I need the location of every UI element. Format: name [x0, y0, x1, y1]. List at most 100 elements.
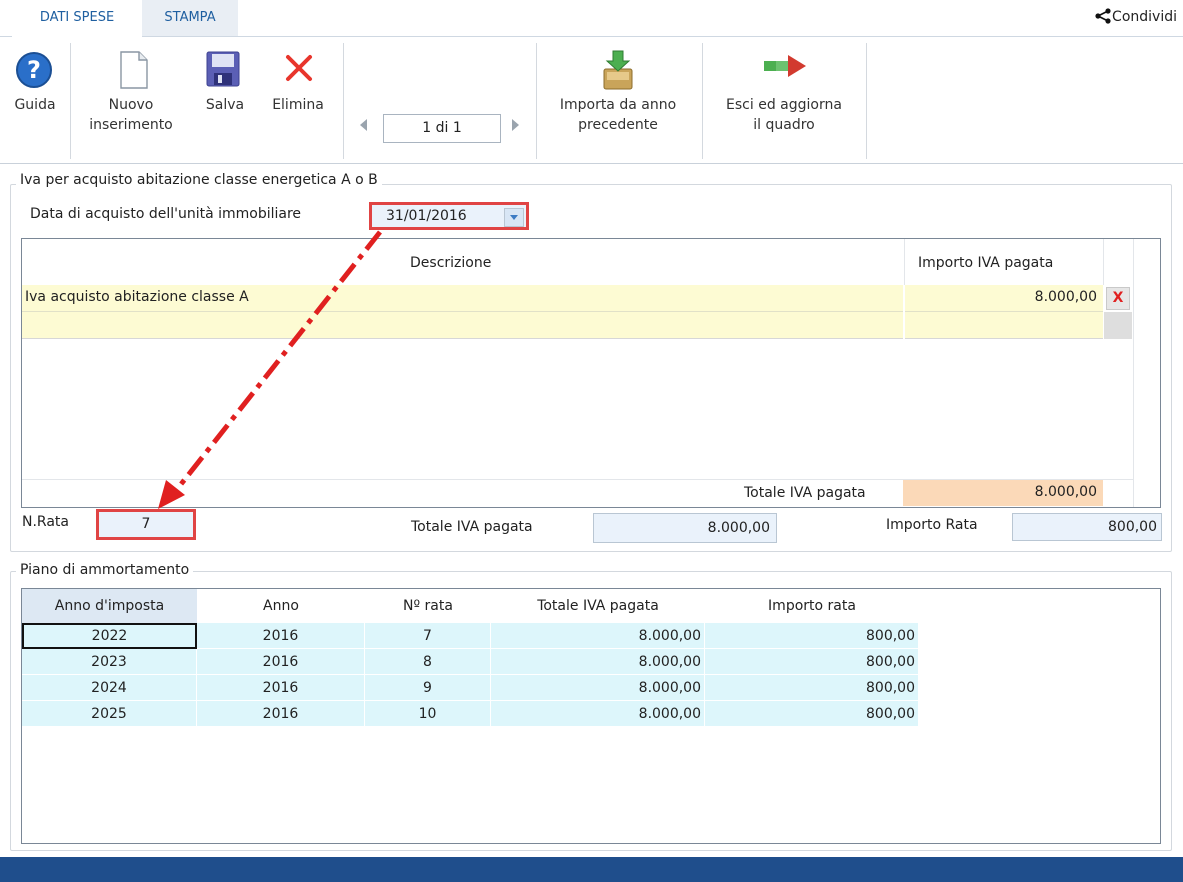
record-pager[interactable]: 1 di 1	[383, 114, 501, 143]
descrizione-grid: Descrizione Importo IVA pagata Iva acqui…	[21, 238, 1161, 508]
cell-importo-rata[interactable]: 800,00	[705, 701, 919, 727]
tab-stampa[interactable]: STAMPA	[142, 0, 238, 36]
totale-iva-value: 8.000,00	[707, 520, 770, 536]
esci-aggiorna-button[interactable]: Esci ed aggiorna il quadro	[706, 45, 862, 145]
table-row[interactable]: Iva acquisto abitazione classe A	[22, 285, 903, 312]
guida-label: Guida	[14, 97, 56, 113]
importa-label-1: Importa da anno	[559, 97, 677, 113]
piano-ammortamento-legend: Piano di ammortamento	[16, 562, 194, 578]
cell-n-rata[interactable]: 9	[365, 675, 491, 701]
data-acquisto-label: Data di acquisto dell'unità immobiliare	[30, 206, 302, 222]
cell-anno-imposta[interactable]: 2022	[22, 623, 197, 649]
svg-text:?: ?	[27, 56, 41, 84]
cell-text: 800,00	[866, 706, 915, 722]
totale-iva-grid-value: 8.000,00	[903, 480, 1103, 506]
elimina-label: Elimina	[272, 97, 324, 113]
table-row[interactable]: 2022 2016 7 8.000,00 800,00	[22, 623, 920, 649]
share-label: Condividi	[1112, 9, 1177, 25]
toolbar-separator	[536, 43, 537, 159]
nrata-field[interactable]: 7	[96, 509, 196, 540]
tab-bar: DATI SPESE STAMPA Condividi	[0, 0, 1183, 38]
guida-button[interactable]: ? Guida	[4, 45, 66, 145]
cell-text: 2023	[91, 654, 127, 670]
data-acquisto-value: 31/01/2016	[386, 208, 467, 224]
data-acquisto-field[interactable]: 31/01/2016	[369, 202, 529, 230]
cell-text: 7	[423, 628, 432, 644]
cell-anno-imposta[interactable]: 2024	[22, 675, 197, 701]
nuovo-inserimento-button[interactable]: Nuovo inserimento	[76, 45, 186, 145]
row-importo-value: 8.000,00	[1034, 289, 1097, 305]
totale-iva-field[interactable]: 8.000,00	[593, 513, 777, 543]
exit-update-arrow-icon	[764, 55, 806, 77]
table-row[interactable]: 2023 2016 8 8.000,00 800,00	[22, 649, 920, 675]
table-row[interactable]: 2025 2016 10 8.000,00 800,00	[22, 701, 920, 727]
row-descrizione[interactable]: Iva acquisto abitazione classe A	[25, 289, 249, 305]
esci-label-1: Esci ed aggiorna	[726, 97, 842, 113]
new-document-icon	[120, 51, 148, 89]
ammortamento-grid: Anno d'imposta Anno Nº rata Totale IVA p…	[21, 588, 1161, 844]
importa-button[interactable]: Importa da anno precedente	[540, 45, 696, 145]
cell-importo-rata[interactable]: 800,00	[705, 623, 919, 649]
toolbar: ? Guida Nuovo inserimento Salva Elimina …	[0, 37, 1183, 164]
cell-anno-imposta[interactable]: 2023	[22, 649, 197, 675]
share-button[interactable]: Condividi	[1094, 8, 1177, 25]
col-header-totale-iva: Totale IVA pagata	[537, 598, 659, 614]
tab-dati-spese[interactable]: DATI SPESE	[12, 0, 142, 38]
importa-label-2: precedente	[578, 117, 658, 133]
col-header-descrizione: Descrizione	[410, 255, 492, 271]
cell-totale-iva[interactable]: 8.000,00	[491, 623, 705, 649]
cell-importo-rata[interactable]: 800,00	[705, 649, 919, 675]
table-row-empty[interactable]	[22, 312, 903, 339]
cell-text: 2024	[91, 680, 127, 696]
cell-text: 8	[423, 654, 432, 670]
cell-importo-rata[interactable]: 800,00	[705, 675, 919, 701]
table-row[interactable]: 2024 2016 9 8.000,00 800,00	[22, 675, 920, 701]
delete-row-button[interactable]: X	[1106, 287, 1130, 310]
cell-text: 2016	[262, 680, 299, 696]
cell-text: 2016	[262, 654, 299, 670]
share-icon	[1095, 8, 1111, 24]
col-header-importo-rata: Importo rata	[768, 598, 856, 614]
row-selector-empty[interactable]	[1104, 312, 1132, 339]
cell-text: 8.000,00	[638, 628, 701, 644]
cell-anno-imposta[interactable]: 2025	[22, 701, 197, 727]
row-importo-empty[interactable]	[905, 312, 1103, 339]
help-icon: ?	[16, 52, 52, 88]
grid-right-divider	[1133, 239, 1134, 507]
cell-anno[interactable]: 2016	[197, 701, 365, 727]
cell-totale-iva[interactable]: 8.000,00	[491, 649, 705, 675]
cell-text: 2016	[262, 706, 299, 722]
cell-text: 8.000,00	[638, 680, 701, 696]
salva-button[interactable]: Salva	[196, 45, 254, 145]
next-record-arrow[interactable]	[512, 119, 519, 131]
cell-n-rata[interactable]: 7	[365, 623, 491, 649]
col-header-anno: Anno	[263, 598, 299, 614]
elimina-button[interactable]: Elimina	[256, 45, 340, 145]
iva-acquisto-legend: Iva per acquisto abitazione classe energ…	[16, 172, 382, 188]
nuovo-label-2: inserimento	[89, 117, 173, 133]
salva-label: Salva	[205, 97, 245, 113]
cell-text: 800,00	[866, 680, 915, 696]
toolbar-separator	[702, 43, 703, 159]
previous-record-arrow[interactable]	[360, 119, 367, 131]
totale-iva-grid-label: Totale IVA pagata	[744, 485, 866, 501]
cell-totale-iva[interactable]: 8.000,00	[491, 701, 705, 727]
cell-totale-iva[interactable]: 8.000,00	[491, 675, 705, 701]
cell-n-rata[interactable]: 10	[365, 701, 491, 727]
col-header-importo: Importo IVA pagata	[918, 255, 1054, 271]
totale-iva-label: Totale IVA pagata	[411, 519, 533, 535]
cell-anno[interactable]: 2016	[197, 675, 365, 701]
importo-rata-label: Importo Rata	[886, 517, 978, 533]
nrata-label: N.Rata	[22, 514, 69, 530]
toolbar-separator	[70, 43, 71, 159]
importo-rata-field[interactable]: 800,00	[1012, 513, 1162, 541]
delete-icon	[286, 55, 312, 81]
importo-rata-value: 800,00	[1108, 519, 1157, 535]
cell-anno[interactable]: 2016	[197, 649, 365, 675]
cell-anno[interactable]: 2016	[197, 623, 365, 649]
col-header-anno-imposta: Anno d'imposta	[22, 589, 197, 623]
import-icon	[603, 50, 633, 90]
dropdown-arrow-icon[interactable]	[504, 208, 524, 227]
cell-n-rata[interactable]: 8	[365, 649, 491, 675]
row-importo[interactable]: 8.000,00	[905, 285, 1103, 312]
